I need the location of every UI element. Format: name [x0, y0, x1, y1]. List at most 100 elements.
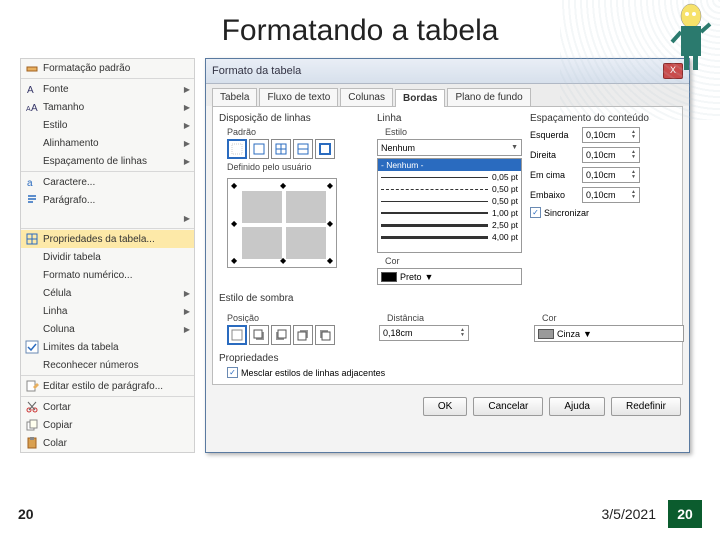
- preset-label: Padrão: [227, 127, 369, 137]
- group-properties: Propriedades: [219, 353, 676, 364]
- tab-bordas[interactable]: Bordas: [395, 89, 445, 107]
- blank-icon: [25, 358, 39, 372]
- line-style-option[interactable]: 1,00 pt: [378, 207, 521, 219]
- line-style-option[interactable]: 0,05 pt: [378, 171, 521, 183]
- menu-item[interactable]: Espaçamento de linhas▶: [21, 152, 194, 170]
- border-preview[interactable]: ◆ ◆ ◆ ◆ ◆ ◆ ◆ ◆: [227, 178, 337, 268]
- redefinir-button[interactable]: Redefinir: [611, 397, 681, 416]
- blank-icon: [25, 286, 39, 300]
- menu-item-label: Editar estilo de parágrafo...: [43, 381, 163, 392]
- menu-item[interactable]: Parágrafo...: [21, 191, 194, 209]
- blank-icon: [25, 322, 39, 336]
- spacing-label: Direita: [530, 150, 578, 160]
- menu-item[interactable]: Colar: [21, 434, 194, 452]
- shadow-color-select[interactable]: Cinza▼: [534, 325, 684, 342]
- blank-icon: [25, 211, 39, 225]
- submenu-arrow-icon: ▶: [184, 307, 190, 316]
- blank-icon: [25, 118, 39, 132]
- submenu-arrow-icon: ▶: [184, 121, 190, 130]
- menu-item-label: Linha: [43, 306, 67, 317]
- tab-tabela[interactable]: Tabela: [212, 88, 257, 106]
- menu-item-label: Fonte: [43, 84, 69, 95]
- ajuda-button[interactable]: Ajuda: [549, 397, 605, 416]
- ok-button[interactable]: OK: [423, 397, 467, 416]
- font-icon: A: [25, 82, 39, 96]
- slide-date: 3/5/2021: [602, 506, 657, 522]
- cartoon-character: [666, 2, 716, 72]
- menu-item[interactable]: Limites da tabela: [21, 338, 194, 356]
- svg-text:A: A: [27, 85, 34, 96]
- userdef-label: Definido pelo usuário: [227, 162, 369, 172]
- line-style-option[interactable]: 4,00 pt: [378, 231, 521, 243]
- menu-item[interactable]: Estilo ▶: [21, 116, 194, 134]
- menu-item[interactable]: Copiar: [21, 416, 194, 434]
- menu-item[interactable]: a Caractere...: [21, 173, 194, 191]
- shadow-bl[interactable]: [293, 325, 313, 345]
- cancelar-button[interactable]: Cancelar: [473, 397, 543, 416]
- spacing-input[interactable]: 0,10cm▲▼: [582, 187, 640, 203]
- check-icon: [25, 340, 39, 354]
- menu-item-label: Colar: [43, 438, 67, 449]
- menu-item[interactable]: Reconhecer números: [21, 356, 194, 374]
- menu-item[interactable]: AATamanho▶: [21, 98, 194, 116]
- menu-item[interactable]: Alinhamento▶: [21, 134, 194, 152]
- line-color-select[interactable]: Preto▼: [377, 268, 522, 285]
- line-style-option[interactable]: 0,50 pt: [378, 183, 521, 195]
- tab-plano-de-fundo[interactable]: Plano de fundo: [447, 88, 530, 106]
- menu-item[interactable]: Dividir tabela: [21, 248, 194, 266]
- menu-item[interactable]: Formatação padrão: [21, 59, 194, 77]
- line-style-option[interactable]: 2,50 pt: [378, 219, 521, 231]
- menu-item-label: Coluna: [43, 324, 75, 335]
- shadow-br[interactable]: [315, 325, 335, 345]
- table-format-dialog: Formato da tabela X TabelaFluxo de texto…: [205, 58, 690, 453]
- sync-checkbox[interactable]: ✓Sincronizar: [530, 207, 680, 218]
- menu-item[interactable]: ▶: [21, 209, 194, 227]
- svg-text:A: A: [31, 103, 38, 114]
- tab-fluxo-de-texto[interactable]: Fluxo de texto: [259, 88, 338, 106]
- preset-grid[interactable]: [271, 139, 291, 159]
- line-style-option[interactable]: 0,50 pt: [378, 195, 521, 207]
- menu-item[interactable]: Editar estilo de parágrafo...: [21, 377, 194, 395]
- tab-colunas[interactable]: Colunas: [340, 88, 393, 106]
- submenu-arrow-icon: ▶: [184, 139, 190, 148]
- menu-item-label: Limites da tabela: [43, 342, 119, 353]
- merge-styles-checkbox[interactable]: ✓Mesclar estilos de linhas adjacentes: [227, 367, 676, 378]
- preset-outer-h[interactable]: [293, 139, 313, 159]
- menu-item-label: Caractere...: [43, 177, 95, 188]
- shadow-distance-input[interactable]: 0,18cm▲▼: [379, 325, 469, 341]
- menu-item-label: Estilo: [43, 120, 67, 131]
- menu-item[interactable]: Célula▶: [21, 284, 194, 302]
- menu-item[interactable]: AFonte▶: [21, 80, 194, 98]
- menu-item[interactable]: Linha ▶: [21, 302, 194, 320]
- dialog-title: Formato da tabela: [212, 65, 663, 77]
- blank-icon: [25, 154, 39, 168]
- menu-item[interactable]: Coluna▶: [21, 320, 194, 338]
- shadow-dist-label: Distância: [387, 313, 524, 323]
- preset-none[interactable]: [227, 139, 247, 159]
- shadow-none[interactable]: [227, 325, 247, 345]
- spacing-input[interactable]: 0,10cm▲▼: [582, 127, 640, 143]
- line-color-label: Cor: [385, 256, 522, 266]
- menu-item-label: Dividir tabela: [43, 252, 101, 263]
- spacing-input[interactable]: 0,10cm▲▼: [582, 147, 640, 163]
- menu-item[interactable]: Formato numérico...: [21, 266, 194, 284]
- line-style-option[interactable]: - Nenhum -: [378, 159, 521, 171]
- menu-item-label: Formato numérico...: [43, 270, 132, 281]
- menu-item[interactable]: Propriedades da tabela...: [21, 230, 194, 248]
- dialog-tabs: TabelaFluxo de textoColunasBordasPlano d…: [206, 84, 689, 106]
- shadow-tr[interactable]: [271, 325, 291, 345]
- spacing-label: Esquerda: [530, 130, 578, 140]
- shadow-tl[interactable]: [249, 325, 269, 345]
- preset-outer-thick[interactable]: [315, 139, 335, 159]
- preset-box[interactable]: [249, 139, 269, 159]
- line-style-select[interactable]: Nenhum▼: [377, 139, 522, 156]
- group-line: Linha: [377, 113, 522, 124]
- menu-item[interactable]: Cortar: [21, 398, 194, 416]
- page-number-left: 20: [18, 506, 34, 522]
- group-spacing: Espaçamento do conteúdo: [530, 113, 680, 124]
- tableprops-icon: [25, 232, 39, 246]
- line-style-list[interactable]: - Nenhum -0,05 pt0,50 pt0,50 pt1,00 pt2,…: [377, 158, 522, 253]
- spacing-input[interactable]: 0,10cm▲▼: [582, 167, 640, 183]
- svg-text:a: a: [27, 178, 33, 189]
- size-icon: AA: [25, 100, 39, 114]
